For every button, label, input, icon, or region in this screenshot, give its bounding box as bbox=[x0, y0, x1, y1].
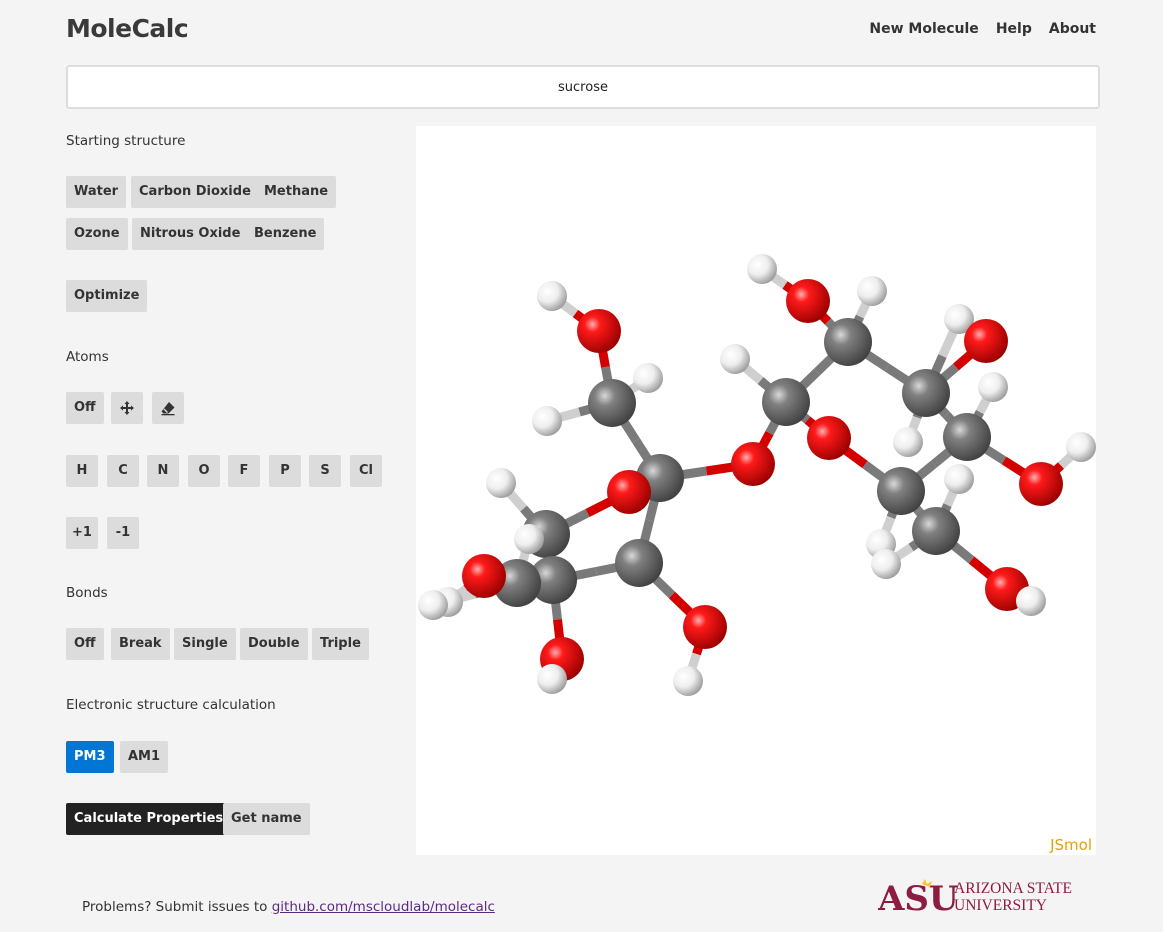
preset-ozone-button[interactable]: Ozone bbox=[66, 218, 128, 250]
eraser-icon bbox=[161, 401, 175, 415]
nav-help[interactable]: Help bbox=[996, 21, 1032, 37]
nav-new-molecule[interactable]: New Molecule bbox=[869, 21, 978, 37]
brand[interactable]: MoleCalc bbox=[66, 14, 189, 43]
preset-methane-button[interactable]: Methane bbox=[256, 176, 337, 208]
asu-logo-line1: ARIZONA STATE bbox=[954, 880, 1072, 897]
move-icon bbox=[120, 400, 134, 415]
atom-h-42[interactable] bbox=[1016, 586, 1046, 616]
electronic-structure-label: Electronic structure calculation bbox=[66, 697, 276, 713]
molecule-render[interactable] bbox=[416, 126, 1096, 855]
method-pm3-button[interactable]: PM3 bbox=[66, 741, 114, 773]
element-cl-button[interactable]: Cl bbox=[350, 455, 382, 487]
atom-o-30[interactable] bbox=[964, 319, 1008, 363]
atoms-label: Atoms bbox=[66, 349, 109, 365]
preset-benzene-button[interactable]: Benzene bbox=[246, 218, 325, 250]
atom-c-26[interactable] bbox=[762, 378, 810, 426]
charge-plus-button[interactable]: +1 bbox=[66, 517, 98, 549]
atom-c-28[interactable] bbox=[902, 369, 950, 417]
molecule-search-input[interactable] bbox=[66, 65, 1100, 109]
atom-h-16[interactable] bbox=[418, 590, 448, 620]
charge-minus-button[interactable]: -1 bbox=[107, 517, 139, 549]
atom-h-18[interactable] bbox=[537, 664, 567, 694]
atom-h-3[interactable] bbox=[633, 363, 663, 393]
github-link[interactable]: github.com/mscloudlab/molecalc bbox=[272, 899, 495, 915]
element-n-button[interactable]: N bbox=[147, 455, 179, 487]
atom-erase-button[interactable] bbox=[152, 392, 184, 424]
bonds-label: Bonds bbox=[66, 585, 108, 601]
atom-h-10[interactable] bbox=[486, 468, 516, 498]
element-h-button[interactable]: H bbox=[66, 455, 98, 487]
element-c-button[interactable]: C bbox=[107, 455, 139, 487]
jsmol-watermark: JSmol bbox=[1050, 836, 1092, 854]
method-am1-button[interactable]: AM1 bbox=[120, 741, 169, 773]
atom-c-32[interactable] bbox=[943, 413, 991, 461]
molecule-viewer[interactable]: JSmol bbox=[416, 126, 1096, 855]
atom-c-38[interactable] bbox=[912, 507, 960, 555]
bond-double-button[interactable]: Double bbox=[240, 628, 308, 660]
asu-logo-line2: UNIVERSITY bbox=[954, 897, 1047, 914]
element-f-button[interactable]: F bbox=[228, 455, 260, 487]
footer-note: Problems? Submit issues to github.com/ms… bbox=[82, 899, 495, 915]
element-o-button[interactable]: O bbox=[188, 455, 220, 487]
preset-nitrous-oxide-button[interactable]: Nitrous Oxide bbox=[132, 218, 249, 250]
bonds-off-button[interactable]: Off bbox=[66, 628, 104, 660]
top-nav: New Molecule Help About bbox=[869, 21, 1096, 37]
optimize-button[interactable]: Optimize bbox=[66, 280, 148, 312]
footer-text: Problems? Submit issues to bbox=[82, 899, 272, 915]
preset-carbon-dioxide-button[interactable]: Carbon Dioxide bbox=[131, 176, 259, 208]
atoms-off-button[interactable]: Off bbox=[66, 392, 104, 424]
atom-o-1[interactable] bbox=[577, 309, 621, 353]
element-p-button[interactable]: P bbox=[269, 455, 301, 487]
atom-c-2[interactable] bbox=[588, 379, 636, 427]
bond-break-button[interactable]: Break bbox=[111, 628, 170, 660]
element-s-button[interactable]: S bbox=[309, 455, 341, 487]
atom-h-21[interactable] bbox=[747, 254, 777, 284]
atom-move-button[interactable] bbox=[111, 392, 143, 424]
atom-o-7[interactable] bbox=[731, 442, 775, 486]
asu-logo-mark: ASU bbox=[878, 879, 959, 914]
atom-c-8[interactable] bbox=[615, 539, 663, 587]
atom-h-39[interactable] bbox=[944, 464, 974, 494]
atom-o-34[interactable] bbox=[1019, 462, 1063, 506]
atom-c-36[interactable] bbox=[877, 467, 925, 515]
nav-about[interactable]: About bbox=[1049, 21, 1096, 37]
atom-o-27[interactable] bbox=[807, 416, 851, 460]
get-name-button[interactable]: Get name bbox=[223, 803, 310, 835]
atom-h-0[interactable] bbox=[537, 281, 567, 311]
bond-single-button[interactable]: Single bbox=[174, 628, 236, 660]
atom-h-13[interactable] bbox=[514, 524, 544, 554]
calculate-properties-button[interactable]: Calculate Properties bbox=[66, 803, 232, 835]
atom-o-14[interactable] bbox=[462, 554, 506, 598]
atom-h-20[interactable] bbox=[673, 666, 703, 696]
atom-h-31[interactable] bbox=[893, 427, 923, 457]
atom-c-24[interactable] bbox=[824, 318, 872, 366]
atom-h-4[interactable] bbox=[532, 406, 562, 436]
asu-logo: ASU ARIZONA STATE UNIVERSITY bbox=[878, 879, 1072, 914]
atom-h-33[interactable] bbox=[978, 372, 1008, 402]
bond-triple-button[interactable]: Triple bbox=[312, 628, 369, 660]
atom-o-19[interactable] bbox=[683, 605, 727, 649]
atom-h-40[interactable] bbox=[871, 549, 901, 579]
atom-h-23[interactable] bbox=[857, 276, 887, 306]
atom-h-25[interactable] bbox=[720, 344, 750, 374]
atom-h-35[interactable] bbox=[1066, 432, 1096, 462]
preset-water-button[interactable]: Water bbox=[66, 176, 127, 208]
starting-structure-label: Starting structure bbox=[66, 133, 186, 149]
atom-o-6[interactable] bbox=[607, 470, 651, 514]
atom-o-22[interactable] bbox=[786, 279, 830, 323]
